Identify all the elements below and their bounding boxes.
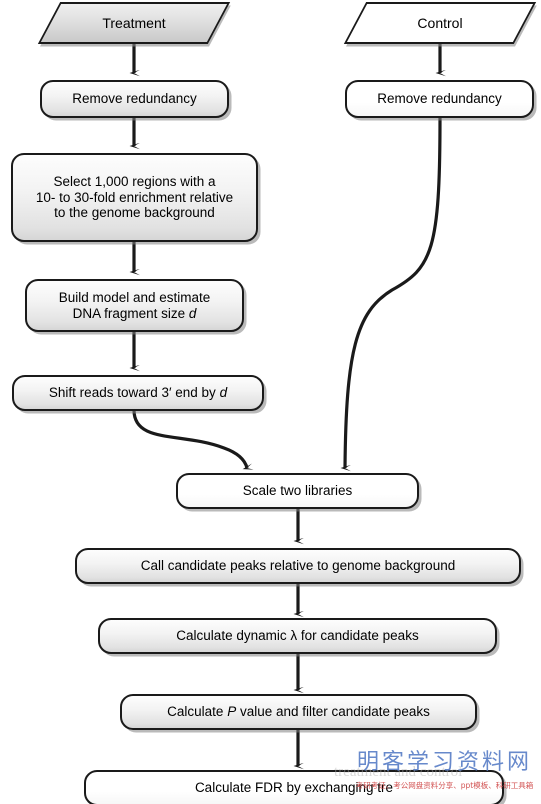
build-model-text: Build model and estimate DNA fragment si… xyxy=(49,290,221,322)
build-model-d-symbol: d xyxy=(188,305,197,321)
node-remove-redundancy-treatment[interactable]: Remove redundancy xyxy=(40,80,229,118)
scale-libraries-label: Scale two libraries xyxy=(242,483,353,499)
select-regions-line3: to the genome background xyxy=(54,205,215,221)
p-value-text: Calculate P value and filter candidate p… xyxy=(157,704,440,720)
dynamic-lambda-pre: Calculate dynamic xyxy=(176,628,291,644)
node-select-regions[interactable]: Select 1,000 regions with a 10- to 30-fo… xyxy=(11,153,258,242)
flowchart-canvas: Treatment Control Remove redundancy Remo… xyxy=(0,0,541,804)
remove-redundancy-control-label: Remove redundancy xyxy=(377,91,502,107)
node-shift-reads[interactable]: Shift reads toward 3′ end by d xyxy=(12,375,264,411)
p-value-post: value and filter candidate peaks xyxy=(236,704,430,720)
select-regions-line1: Select 1,000 regions with a xyxy=(53,173,216,189)
build-model-line2-pre: DNA fragment size xyxy=(72,305,189,321)
remove-redundancy-treatment-label: Remove redundancy xyxy=(72,91,197,107)
treatment-label: Treatment xyxy=(102,15,166,31)
shift-reads-pre: Shift reads toward 3′ end by xyxy=(48,385,220,401)
dynamic-lambda-text: Calculate dynamic λ for candidate peaks xyxy=(166,628,428,644)
node-p-value[interactable]: Calculate P value and filter candidate p… xyxy=(120,694,477,730)
control-label: Control xyxy=(417,15,463,31)
shift-reads-d-symbol: d xyxy=(219,385,228,401)
shift-reads-text: Shift reads toward 3′ end by d xyxy=(39,385,237,401)
node-calculate-fdr[interactable]: Calculate FDR by exchanging tre xyxy=(84,770,504,804)
p-symbol: P xyxy=(227,704,237,720)
dynamic-lambda-post: for candidate peaks xyxy=(297,628,419,644)
call-peaks-label: Call candidate peaks relative to genome … xyxy=(140,558,456,574)
node-call-peaks[interactable]: Call candidate peaks relative to genome … xyxy=(75,548,521,584)
node-control[interactable]: Control xyxy=(343,2,537,44)
edge-controlremove-to-scale xyxy=(340,117,442,472)
calculate-fdr-label: Calculate FDR by exchanging tre xyxy=(194,780,394,796)
node-dynamic-lambda[interactable]: Calculate dynamic λ for candidate peaks xyxy=(98,618,497,654)
node-remove-redundancy-control[interactable]: Remove redundancy xyxy=(345,80,534,118)
select-regions-line2: 10- to 30-fold enrichment relative xyxy=(35,189,234,205)
edge-shift-to-scale xyxy=(132,409,254,470)
build-model-line1: Build model and estimate xyxy=(58,289,211,305)
node-treatment[interactable]: Treatment xyxy=(37,2,231,44)
node-build-model[interactable]: Build model and estimate DNA fragment si… xyxy=(25,279,244,332)
select-regions-text: Select 1,000 regions with a 10- to 30-fo… xyxy=(26,174,243,222)
p-value-pre: Calculate xyxy=(167,704,228,720)
node-scale-libraries[interactable]: Scale two libraries xyxy=(176,473,419,509)
